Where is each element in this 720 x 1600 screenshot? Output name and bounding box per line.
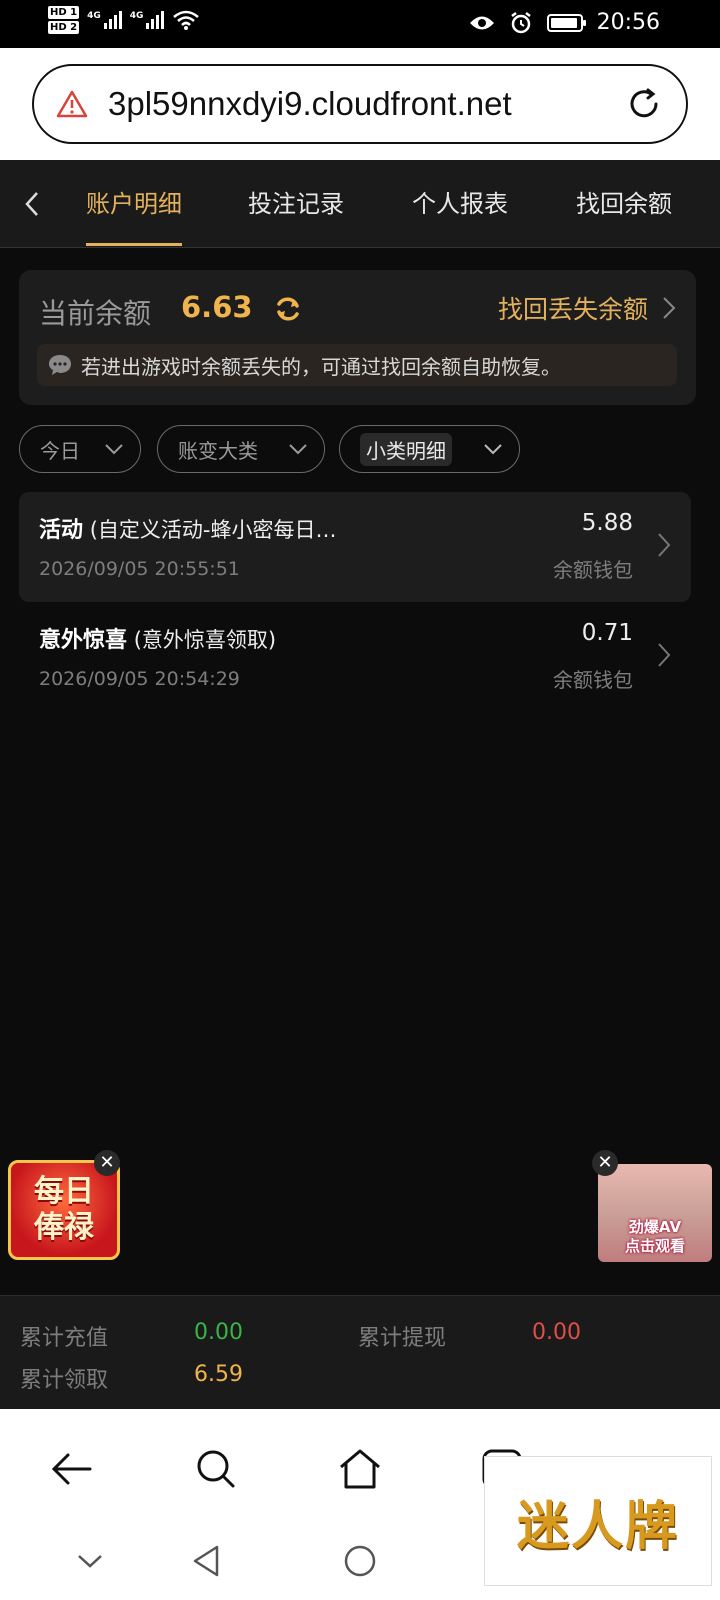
watermark-logo: 迷人牌 xyxy=(484,1456,712,1586)
claimed-value: 6.59 xyxy=(194,1362,243,1387)
net2-label: 4G xyxy=(129,11,144,21)
browser-url-area: 3pl59nnxdyi9.cloudfront.net xyxy=(0,48,720,160)
video-ad[interactable]: 劲爆AV 点击观看 ✕ xyxy=(592,1150,712,1262)
record-wallet: 余额钱包 xyxy=(553,558,633,582)
home-icon xyxy=(340,1449,380,1489)
recover-lost-balance-link[interactable]: 找回丢失余额 xyxy=(498,290,676,326)
notice-text: 若进出游戏时余额丢失的，可通过找回余额自助恢复。 xyxy=(81,354,561,379)
system-collapse-button[interactable] xyxy=(68,1539,112,1583)
tab-bet-records[interactable]: 投注记录 xyxy=(248,184,344,224)
system-back-button[interactable] xyxy=(184,1539,228,1583)
filter-subcategory-label: 小类明细 xyxy=(360,432,452,466)
record-type: 活动 xyxy=(39,518,84,543)
circle-home-icon xyxy=(344,1545,376,1577)
ad-left-line1: 每日 xyxy=(34,1174,94,1209)
browser-back-button[interactable] xyxy=(44,1441,100,1497)
balance-label: 当前余额 xyxy=(39,297,152,330)
record-title: 意外惊喜 (意外惊喜领取) xyxy=(39,622,276,654)
alarm-icon xyxy=(510,11,531,33)
chevron-right-icon xyxy=(658,533,671,557)
system-home-button[interactable] xyxy=(338,1539,382,1583)
browser-search-button[interactable] xyxy=(188,1441,244,1497)
record-row[interactable]: 活动 (自定义活动-蜂小密每日… 2026/09/05 20:55:51 5.8… xyxy=(19,492,691,602)
wifi-icon xyxy=(173,10,200,30)
record-detail: (自定义活动-蜂小密每日… xyxy=(89,518,337,542)
chevron-down-icon xyxy=(105,444,123,455)
ad-right-line2: 点击观看 xyxy=(624,1237,685,1255)
summary-panel: 累计充值 0.00 累计提现 0.00 累计领取 6.59 xyxy=(0,1295,720,1409)
triangle-back-icon xyxy=(193,1545,219,1577)
balance-card: 当前余额 6.63 找回丢失余额 若进出游戏时余额丢失的，可通过找回余额自助恢复… xyxy=(19,270,696,405)
record-amount: 5.88 xyxy=(581,510,633,536)
status-bar: HD 1 HD 2 4G 4G 20:56 xyxy=(0,0,720,48)
recover-lost-balance-label: 找回丢失余额 xyxy=(497,295,648,324)
chevron-right-icon xyxy=(658,643,671,667)
recharge-label: 累计充值 xyxy=(20,1326,109,1351)
refresh-balance-icon[interactable] xyxy=(273,294,303,324)
warning-icon[interactable] xyxy=(56,90,88,118)
recharge-value: 0.00 xyxy=(194,1320,243,1345)
chevron-right-icon xyxy=(663,297,676,319)
status-time: 20:56 xyxy=(596,10,660,35)
ad-left-line2: 俸禄 xyxy=(34,1210,94,1245)
daily-salary-ad[interactable]: 每日 俸禄 ✕ xyxy=(6,1150,124,1262)
withdraw-label: 累计提现 xyxy=(358,1326,447,1351)
tab-recover-balance[interactable]: 找回余额 xyxy=(576,184,672,224)
claimed-label: 累计领取 xyxy=(20,1368,109,1393)
record-detail: (意外惊喜领取) xyxy=(133,628,277,652)
balance-value: 6.63 xyxy=(181,290,253,324)
record-type: 意外惊喜 xyxy=(39,628,128,653)
signal-1-icon: 4G xyxy=(87,11,122,29)
chevron-down-icon xyxy=(78,1555,102,1568)
arrow-left-icon xyxy=(51,1453,92,1485)
watermark-text: 迷人牌 xyxy=(516,1495,679,1557)
reload-icon[interactable] xyxy=(624,84,664,124)
record-time: 2026/09/05 20:55:51 xyxy=(39,558,240,580)
hd-indicators: HD 1 HD 2 xyxy=(48,6,80,34)
signal-2-icon: 4G xyxy=(130,11,165,29)
filter-subcategory[interactable]: 小类明细 xyxy=(339,425,520,473)
record-time: 2026/09/05 20:54:29 xyxy=(39,668,240,690)
close-ad-right-icon[interactable]: ✕ xyxy=(592,1150,618,1176)
chevron-down-icon xyxy=(289,444,307,455)
chat-bubble-icon xyxy=(49,355,71,375)
record-amount: 0.71 xyxy=(581,620,633,646)
url-text[interactable]: 3pl59nnxdyi9.cloudfront.net xyxy=(108,85,624,123)
tab-bar: 账户明细 投注记录 个人报表 找回余额 xyxy=(0,160,720,248)
url-bar[interactable]: 3pl59nnxdyi9.cloudfront.net xyxy=(32,64,688,144)
video-ad-image[interactable]: 劲爆AV 点击观看 xyxy=(598,1164,712,1262)
withdraw-value: 0.00 xyxy=(532,1320,581,1345)
chevron-down-icon xyxy=(484,444,502,455)
record-title: 活动 (自定义活动-蜂小密每日… xyxy=(39,512,336,544)
filter-category[interactable]: 账变大类 xyxy=(157,425,325,473)
record-wallet: 余额钱包 xyxy=(553,668,633,692)
back-button[interactable] xyxy=(14,182,50,226)
chevron-left-icon xyxy=(25,192,38,216)
eye-icon xyxy=(469,16,494,29)
sim1-label: HD 1 xyxy=(48,6,80,19)
filter-date[interactable]: 今日 xyxy=(19,425,141,473)
tab-account-details[interactable]: 账户明细 xyxy=(86,184,182,246)
sim2-label: HD 2 xyxy=(48,21,80,34)
tab-personal-report[interactable]: 个人报表 xyxy=(412,184,508,224)
battery-icon xyxy=(546,13,586,32)
browser-home-button[interactable] xyxy=(332,1441,388,1497)
filter-category-label: 账变大类 xyxy=(178,438,258,463)
status-left: HD 1 HD 2 4G 4G xyxy=(48,6,200,34)
record-row[interactable]: 意外惊喜 (意外惊喜领取) 2026/09/05 20:54:29 0.71 余… xyxy=(19,602,691,712)
ad-right-line1: 劲爆AV xyxy=(628,1218,682,1236)
balance-notice: 若进出游戏时余额丢失的，可通过找回余额自助恢复。 xyxy=(37,344,677,386)
search-icon xyxy=(197,1450,235,1488)
net1-label: 4G xyxy=(87,11,101,21)
close-ad-left-icon[interactable]: ✕ xyxy=(94,1150,120,1176)
status-right: 20:56 xyxy=(469,10,660,35)
filter-date-label: 今日 xyxy=(40,438,80,463)
